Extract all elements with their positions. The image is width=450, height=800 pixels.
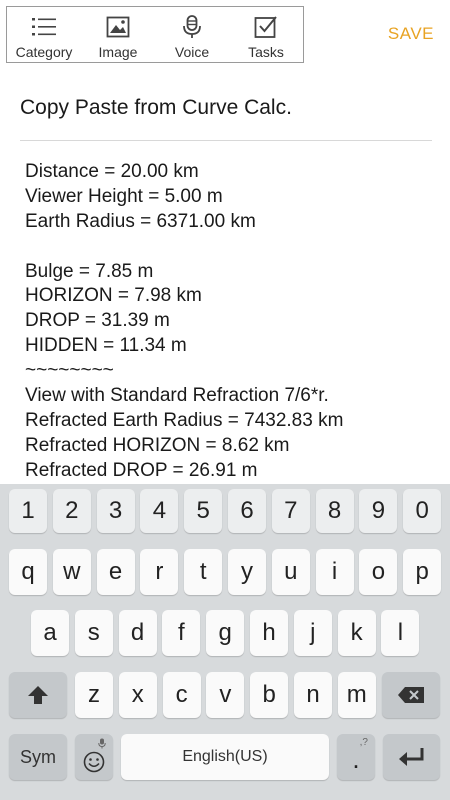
key[interactable]: 8 [315,489,354,533]
note-line: HIDDEN = 11.34 m [25,335,187,357]
checkbox-icon [252,14,280,40]
key[interactable]: k [337,610,376,656]
note-title[interactable]: Copy Paste from Curve Calc. [20,96,292,120]
key[interactable]: p [403,549,442,595]
key[interactable]: x [118,672,157,718]
note-line: ~~~~~~~~ [25,360,114,382]
key[interactable]: 5 [184,489,223,533]
key[interactable]: e [96,549,135,595]
note-line: Bulge = 7.85 m [25,260,154,282]
note-toolbar: Category Image Voice Tasks SAVE [0,0,450,68]
key[interactable]: t [184,549,223,595]
emoji-icon [83,751,105,773]
note-line: Refracted Earth Radius = 7432.83 km [25,409,344,431]
key[interactable]: q [9,549,47,595]
symbols-key[interactable]: Sym [9,734,67,780]
period-label: . [352,743,360,774]
key[interactable]: v [206,672,245,718]
image-button[interactable]: Image [81,7,155,62]
note-line: DROP = 31.39 m [25,310,170,332]
key[interactable]: u [271,549,310,595]
backspace-key[interactable] [382,672,440,718]
note-line: HORIZON = 7.98 km [25,285,202,307]
key[interactable]: j [293,610,332,656]
voice-button[interactable]: Voice [155,7,229,62]
key[interactable]: g [206,610,245,656]
save-button[interactable]: SAVE [388,24,434,44]
note-body[interactable]: Distance = 20.00 km Viewer Height = 5.00 … [25,160,435,482]
mic-hint-icon [98,738,106,749]
voice-label: Voice [174,44,210,60]
key[interactable]: 0 [403,489,442,533]
key[interactable]: 9 [359,489,398,533]
note-line: Distance = 20.00 km [25,161,199,182]
key[interactable]: z [75,672,113,718]
key[interactable]: r [140,549,179,595]
soft-keyboard: Sym English(US) . ,? 1234567890 qwertyuio… [0,484,450,800]
key[interactable]: o [359,549,398,595]
enter-key[interactable] [383,734,440,780]
insert-tool-group: Category Image Voice Tasks [6,6,304,63]
image-icon [104,14,132,40]
key[interactable]: s [74,610,113,656]
note-line: Earth Radius = 6371.00 km [25,210,256,232]
tasks-button[interactable]: Tasks [229,7,303,62]
key[interactable]: 3 [96,489,135,533]
key[interactable]: b [250,672,289,718]
title-divider [20,140,432,141]
period-key[interactable]: . ,? [337,734,375,780]
key[interactable]: d [118,610,157,656]
key[interactable]: a [31,610,69,656]
backspace-icon [398,687,424,703]
enter-icon [398,748,423,766]
key[interactable]: m [337,672,376,718]
key[interactable]: n [294,672,332,718]
shift-key[interactable] [9,672,67,718]
list-icon [30,14,58,40]
category-button[interactable]: Category [7,7,81,62]
key[interactable]: 6 [228,489,266,533]
key[interactable]: f [162,610,201,656]
space-key[interactable]: English(US) [121,734,329,780]
key[interactable]: 7 [271,489,310,533]
category-label: Category [15,44,73,60]
key[interactable]: h [250,610,288,656]
key[interactable]: y [228,549,266,595]
note-line: Refracted DROP = 26.91 m [25,459,258,481]
period-hint: ,? [359,737,368,748]
note-line: Refracted HORIZON = 8.62 km [25,434,290,456]
emoji-key[interactable] [75,734,113,780]
note-line: View with Standard Refraction 7/6*r. [25,385,329,407]
microphone-icon [178,14,206,40]
tasks-label: Tasks [248,44,284,60]
shift-arrow-icon [28,686,48,704]
image-label: Image [98,44,138,60]
key[interactable]: 1 [9,489,47,533]
note-line: Viewer Height = 5.00 m [25,185,223,207]
key[interactable]: 2 [52,489,91,533]
key[interactable]: 4 [140,489,179,533]
key[interactable]: c [162,672,201,718]
key[interactable]: l [381,610,420,656]
key[interactable]: w [52,549,91,595]
key[interactable]: i [315,549,354,595]
note-line [25,235,435,260]
